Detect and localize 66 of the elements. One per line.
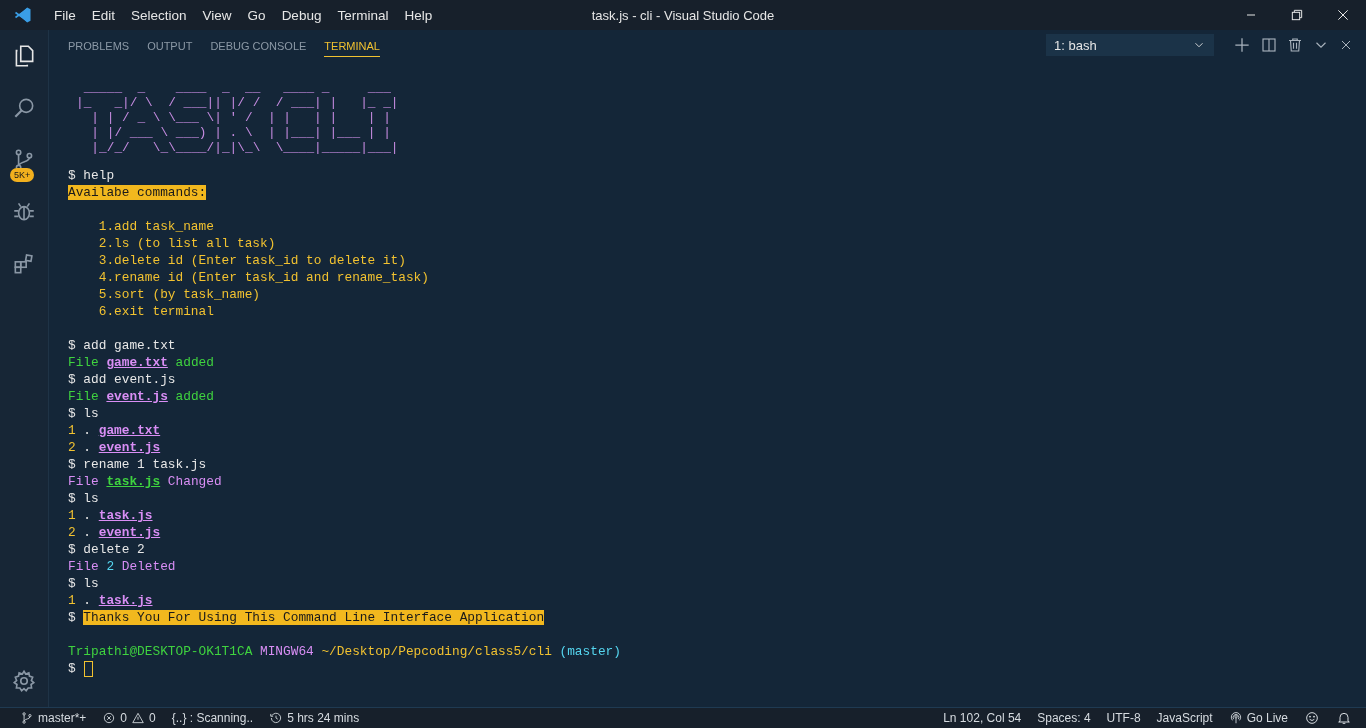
terminal-line: $ ls bbox=[68, 405, 99, 422]
terminal-line: 2 . event.js bbox=[68, 524, 161, 541]
terminal-line: 1 . task.js bbox=[68, 592, 153, 609]
terminal-line: $ add event.js bbox=[68, 371, 176, 388]
terminal-line: $ help bbox=[68, 167, 115, 184]
menu-item[interactable]: Edit bbox=[83, 7, 124, 23]
cursor-position[interactable]: Ln 102, Col 54 bbox=[935, 711, 1030, 725]
panel-tab[interactable]: TERMINAL bbox=[324, 33, 380, 57]
ascii-art-title: _____ _ ____ _ __ ____ _ ___ |_ _|/ \ / ___|| |/ / / ___| | |_ _| | | / _ \ \___ \| ' / | | | | | | | |/ ___ \ ___) | . \ | |___| |___ | | |_/_/ \_\____/|_|\_\ \____|_____|___| bbox=[76, 80, 399, 155]
terminal-line: $ ls bbox=[68, 490, 99, 507]
broadcast-icon bbox=[1228, 711, 1243, 725]
problems-status[interactable]: 0 0 bbox=[94, 711, 164, 725]
smiley-icon[interactable] bbox=[1304, 710, 1320, 726]
restore-icon[interactable] bbox=[1289, 7, 1305, 23]
error-icon bbox=[102, 711, 117, 725]
terminal-line: 1.add task_name bbox=[97, 218, 214, 235]
branch-icon bbox=[20, 711, 34, 725]
close-icon[interactable] bbox=[1335, 7, 1351, 23]
settings-icon[interactable] bbox=[11, 668, 37, 694]
terminal-line: File game.txt added bbox=[68, 354, 214, 371]
terminal-line: 6.exit terminal bbox=[97, 303, 214, 320]
menu-item[interactable]: Help bbox=[396, 7, 441, 23]
terminal-line: Tripathi@DESKTOP-OK1T1CA MINGW64 ~/Desktop/Pepcoding/class5/cli (master) bbox=[68, 643, 621, 660]
branch-status[interactable]: master*+ bbox=[12, 711, 95, 725]
terminal-line: 5.sort (by task_name) bbox=[97, 286, 260, 303]
terminal-line: File 2 Deleted bbox=[68, 558, 176, 575]
timer-status[interactable]: 5 hrs 24 mins bbox=[261, 711, 368, 725]
panel-tab[interactable]: PROBLEMS bbox=[68, 33, 130, 57]
menu-item[interactable]: View bbox=[194, 7, 240, 23]
terminal-line: $ ls bbox=[68, 575, 99, 592]
panel-tab[interactable]: DEBUG CONSOLE bbox=[210, 33, 307, 57]
history-icon bbox=[269, 711, 284, 725]
terminal-line: 2 . event.js bbox=[68, 439, 161, 456]
notification-badge: 5K+ bbox=[10, 168, 35, 182]
trash-icon[interactable] bbox=[1286, 36, 1304, 54]
menu-item[interactable]: Selection bbox=[123, 7, 195, 23]
terminal-prompt: $ bbox=[68, 660, 76, 677]
menu-item[interactable]: File bbox=[46, 7, 84, 23]
scanning-status[interactable]: {..} : Scanning.. bbox=[163, 711, 262, 725]
terminal-line: 1 . game.txt bbox=[68, 422, 161, 439]
terminal-line: $ add game.txt bbox=[68, 337, 176, 354]
terminal-line: $ Thanks You For Using This Command Line Interface Application bbox=[68, 609, 545, 626]
menu-item[interactable]: Go bbox=[239, 7, 274, 23]
terminal-line: $ delete 2 bbox=[68, 541, 145, 558]
language-status[interactable]: JavaScript bbox=[1148, 711, 1221, 725]
encoding-status[interactable]: UTF-8 bbox=[1098, 711, 1149, 725]
split-icon[interactable] bbox=[1260, 36, 1278, 54]
terminal-line: 2.ls (to list all task) bbox=[97, 235, 276, 252]
warning-icon bbox=[131, 711, 146, 725]
terminal-line: File task.js Changed bbox=[68, 473, 222, 490]
text-cursor bbox=[83, 660, 93, 677]
terminal-line: File event.js added bbox=[68, 388, 214, 405]
menu-item[interactable]: Terminal bbox=[329, 7, 397, 23]
panel-tab[interactable]: OUTPUT bbox=[147, 33, 193, 57]
terminal-line: $ rename 1 task.js bbox=[68, 456, 207, 473]
terminal-line: 1 . task.js bbox=[68, 507, 153, 524]
terminal-line: 4.rename id (Enter task_id and rename_task) bbox=[97, 269, 429, 286]
terminal-dropdown[interactable]: 1: bash bbox=[1046, 34, 1214, 56]
plus-icon[interactable] bbox=[1232, 35, 1252, 55]
menu-item[interactable]: Debug bbox=[273, 7, 330, 23]
go-live-button[interactable]: Go Live bbox=[1220, 711, 1296, 725]
terminal-line: 3.delete id (Enter task_id to delete it) bbox=[97, 252, 406, 269]
vscode-logo-icon bbox=[13, 5, 33, 25]
bell-icon[interactable] bbox=[1336, 710, 1352, 726]
window-title: task.js - cli - Visual Studio Code bbox=[591, 7, 775, 23]
indentation-status[interactable]: Spaces: 4 bbox=[1029, 711, 1099, 725]
